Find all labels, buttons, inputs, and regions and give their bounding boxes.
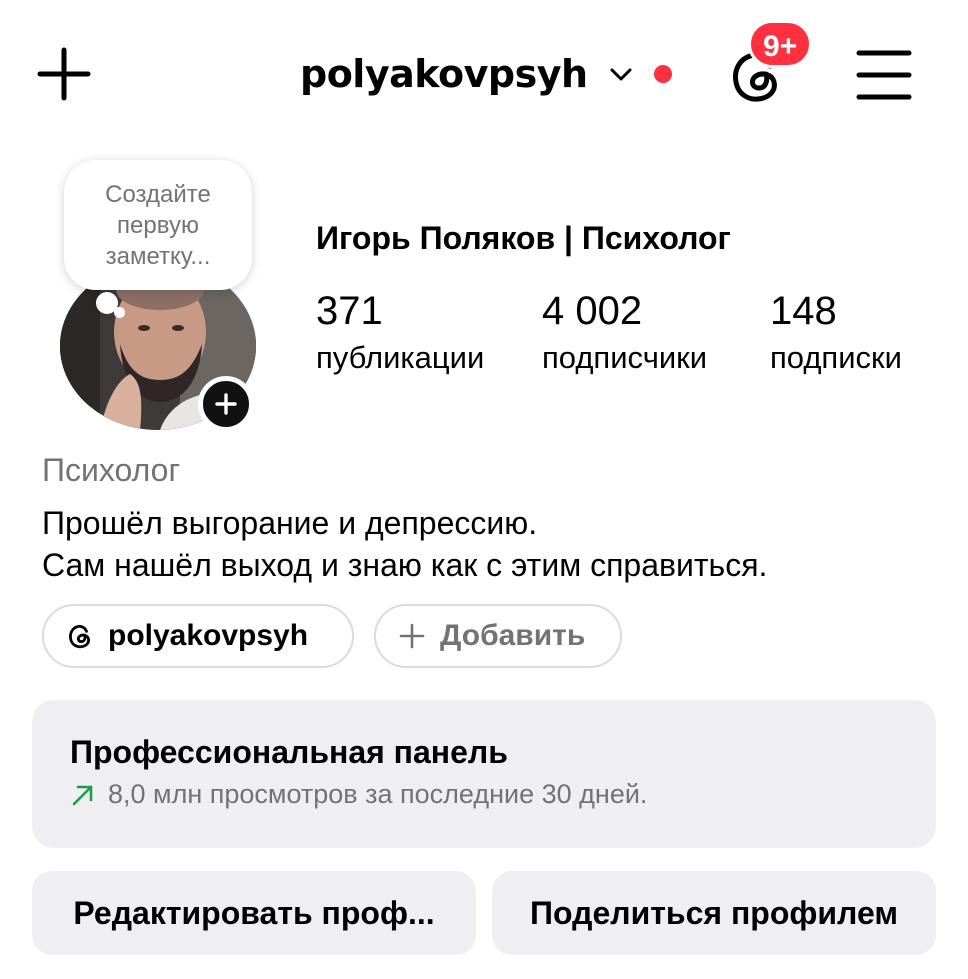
edit-profile-label: Редактировать проф... xyxy=(73,894,435,931)
bio-line: Прошёл выгорание и депрессию. xyxy=(42,505,538,541)
profile-full-name: Игорь Поляков | Психолог xyxy=(316,220,731,256)
stat-value: 148 xyxy=(770,289,837,333)
stat-value: 371 xyxy=(316,289,383,333)
bio-line: Сам нашёл выход и знаю как с этим справи… xyxy=(42,547,768,583)
create-note-bubble[interactable]: Создайте первую заметку... xyxy=(64,160,252,290)
plus-icon xyxy=(399,623,425,649)
menu-button[interactable] xyxy=(856,48,912,102)
stat-label: подписчики xyxy=(542,340,708,375)
notification-dot xyxy=(653,65,672,83)
note-prompt: Создайте первую заметку... xyxy=(105,180,211,270)
add-link-button[interactable]: Добавить xyxy=(374,604,622,668)
create-button[interactable] xyxy=(36,46,92,102)
username: polyakovpsyh xyxy=(300,52,588,96)
profile-category: Психолог xyxy=(42,452,181,488)
professional-dashboard[interactable]: Профессиональная панель 8,0 млн просмотр… xyxy=(32,700,936,848)
stat-posts[interactable]: 371 публикации xyxy=(316,288,484,378)
stat-label: публикации xyxy=(316,340,485,375)
add-story-button[interactable] xyxy=(198,376,254,432)
threads-handle: polyakovpsyh xyxy=(108,619,309,652)
plus-icon xyxy=(37,47,91,101)
plus-icon xyxy=(215,393,237,415)
profile-bio: Прошёл выгорание и депрессию. Сам нашёл … xyxy=(42,502,767,586)
trend-up-icon xyxy=(72,785,93,805)
chevron-down-icon xyxy=(610,68,632,81)
stat-followers[interactable]: 4 002 подписчики xyxy=(542,288,707,378)
add-link-label: Добавить xyxy=(440,619,586,652)
notification-badge: 9+ xyxy=(748,20,813,68)
dashboard-stats: 8,0 млн просмотров за последние 30 дней. xyxy=(70,779,898,810)
threads-link-pill[interactable]: polyakovpsyh xyxy=(42,604,354,668)
menu-icon xyxy=(856,50,912,100)
threads-icon xyxy=(69,624,90,649)
dashboard-title: Профессиональная панель xyxy=(70,734,508,770)
dashboard-subtitle: 8,0 млн просмотров за последние 30 дней. xyxy=(108,779,648,809)
account-switcher[interactable]: polyakovpsyh xyxy=(300,44,672,104)
edit-profile-button[interactable]: Редактировать проф... xyxy=(32,871,476,955)
stat-following[interactable]: 148 подписки xyxy=(770,288,902,378)
share-profile-button[interactable]: Поделиться профилем xyxy=(492,871,936,955)
stat-label: подписки xyxy=(770,340,902,375)
profile-header: polyakovpsyh 9+ xyxy=(0,0,968,150)
note-bubble-tail-small xyxy=(114,307,125,318)
stat-value: 4 002 xyxy=(542,289,643,333)
share-profile-label: Поделиться профилем xyxy=(530,894,898,931)
